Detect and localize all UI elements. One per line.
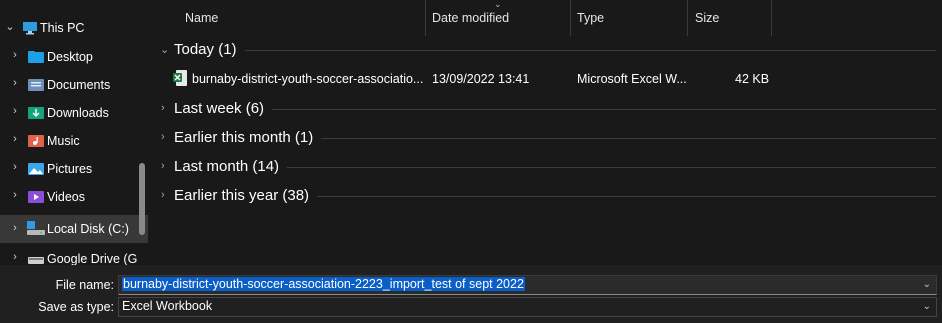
file-name-label: File name: (55, 278, 114, 292)
column-header-label: Type (577, 11, 605, 25)
group-divider (174, 167, 936, 168)
save-as-type-value: Excel Workbook (122, 299, 213, 313)
nav-item-local-disk[interactable]: › Local Disk (C:) (0, 215, 148, 243)
chevron-right-icon[interactable]: › (10, 222, 20, 234)
nav-item-google-drive[interactable]: › Google Drive (G (0, 245, 148, 265)
nav-item-label: This PC (40, 21, 85, 35)
nav-item-label: Videos (47, 190, 85, 204)
group-header-last-week[interactable]: › Last week (6) (151, 95, 936, 123)
nav-item-label: Documents (47, 78, 111, 92)
music-folder-icon (28, 135, 44, 148)
nav-scrollbar-thumb[interactable] (139, 163, 145, 235)
column-divider[interactable] (771, 0, 772, 36)
desktop-folder-icon (28, 51, 44, 64)
column-header-date-modified[interactable]: Date modified (432, 0, 509, 36)
column-header-type[interactable]: Type (577, 0, 604, 36)
chevron-right-icon[interactable]: › (10, 77, 20, 89)
file-list-pane[interactable]: Name ⌄ Date modified Type Size ⌄ Today (… (151, 0, 942, 265)
file-row[interactable]: burnaby-district-youth-soccer-associatio… (151, 67, 936, 93)
save-dialog-form: File name: burnaby-district-youth-soccer… (0, 265, 942, 323)
group-header-last-month[interactable]: › Last month (14) (151, 153, 936, 181)
file-size: 42 KB (735, 72, 770, 86)
group-title: Today (1) (174, 41, 245, 58)
group-header-earlier-this-month[interactable]: › Earlier this month (1) (151, 124, 936, 152)
pc-icon (22, 21, 38, 35)
chevron-right-icon[interactable]: › (10, 251, 20, 263)
videos-folder-icon (28, 191, 44, 204)
nav-item-label: Pictures (47, 162, 93, 176)
google-drive-icon (28, 254, 44, 265)
chevron-down-icon[interactable]: ⌄ (923, 301, 931, 312)
chevron-right-icon[interactable]: › (161, 160, 165, 172)
column-header-label: Size (695, 11, 720, 25)
nav-item-label: Music (47, 134, 80, 148)
nav-scrollbar[interactable] (137, 0, 147, 265)
save-as-type-label: Save as type: (38, 300, 114, 314)
column-header-size[interactable]: Size (695, 0, 719, 36)
nav-item-music[interactable]: › Music (0, 127, 148, 155)
chevron-down-icon[interactable]: ⌄ (160, 43, 169, 56)
local-disk-icon (27, 221, 45, 235)
chevron-right-icon[interactable]: › (10, 133, 20, 145)
chevron-right-icon[interactable]: › (10, 49, 20, 61)
chevron-right-icon[interactable]: › (161, 102, 165, 114)
excel-file-icon (173, 70, 187, 89)
column-header-label: Date modified (432, 11, 510, 25)
group-title: Last month (14) (174, 158, 288, 175)
navigation-pane[interactable]: ⌄ This PC › Desktop › Documents › Downlo… (0, 0, 148, 265)
column-header-name[interactable]: Name (185, 0, 218, 36)
nav-item-documents[interactable]: › Documents (0, 71, 148, 99)
file-name-value: burnaby-district-youth-soccer-associatio… (122, 277, 525, 291)
group-divider (174, 50, 936, 51)
pictures-folder-icon (28, 163, 44, 176)
nav-item-label: Local Disk (C:) (47, 222, 129, 236)
file-name-value-wrapper: burnaby-district-youth-soccer-associatio… (122, 277, 525, 291)
group-title: Earlier this month (1) (174, 129, 322, 146)
save-as-type-select[interactable]: Excel Workbook ⌄ (118, 297, 937, 317)
group-title: Earlier this year (38) (174, 187, 318, 204)
group-divider (174, 109, 936, 110)
chevron-right-icon[interactable]: › (10, 105, 20, 117)
nav-item-desktop[interactable]: › Desktop (0, 43, 148, 71)
nav-item-label: Desktop (47, 50, 93, 64)
group-title: Last week (6) (174, 100, 273, 117)
nav-item-label: Google Drive (G (47, 252, 138, 265)
nav-item-this-pc[interactable]: ⌄ This PC (0, 14, 148, 42)
chevron-down-icon[interactable]: ⌄ (5, 20, 15, 33)
file-type: Microsoft Excel W... (577, 72, 687, 86)
chevron-right-icon[interactable]: › (161, 131, 165, 143)
chevron-down-icon[interactable]: ⌄ (923, 279, 931, 290)
downloads-folder-icon (28, 107, 44, 120)
column-divider[interactable] (425, 0, 426, 36)
file-date-modified: 13/09/2022 13:41 (432, 72, 530, 86)
column-header-row: Name ⌄ Date modified Type Size (151, 0, 942, 36)
nav-item-label: Downloads (47, 106, 109, 120)
file-name: burnaby-district-youth-soccer-associatio… (192, 72, 424, 86)
nav-item-videos[interactable]: › Videos (0, 183, 148, 211)
column-divider[interactable] (687, 0, 688, 36)
group-header-earlier-this-year[interactable]: › Earlier this year (38) (151, 182, 936, 210)
nav-item-downloads[interactable]: › Downloads (0, 99, 148, 127)
chevron-right-icon[interactable]: › (10, 161, 20, 173)
column-divider[interactable] (570, 0, 571, 36)
file-name-input[interactable]: burnaby-district-youth-soccer-associatio… (118, 275, 937, 295)
chevron-right-icon[interactable]: › (161, 189, 165, 201)
group-header-today[interactable]: ⌄ Today (1) (151, 36, 936, 64)
nav-item-pictures[interactable]: › Pictures (0, 155, 148, 183)
column-header-label: Name (185, 11, 219, 25)
documents-folder-icon (28, 79, 44, 92)
chevron-right-icon[interactable]: › (10, 189, 20, 201)
